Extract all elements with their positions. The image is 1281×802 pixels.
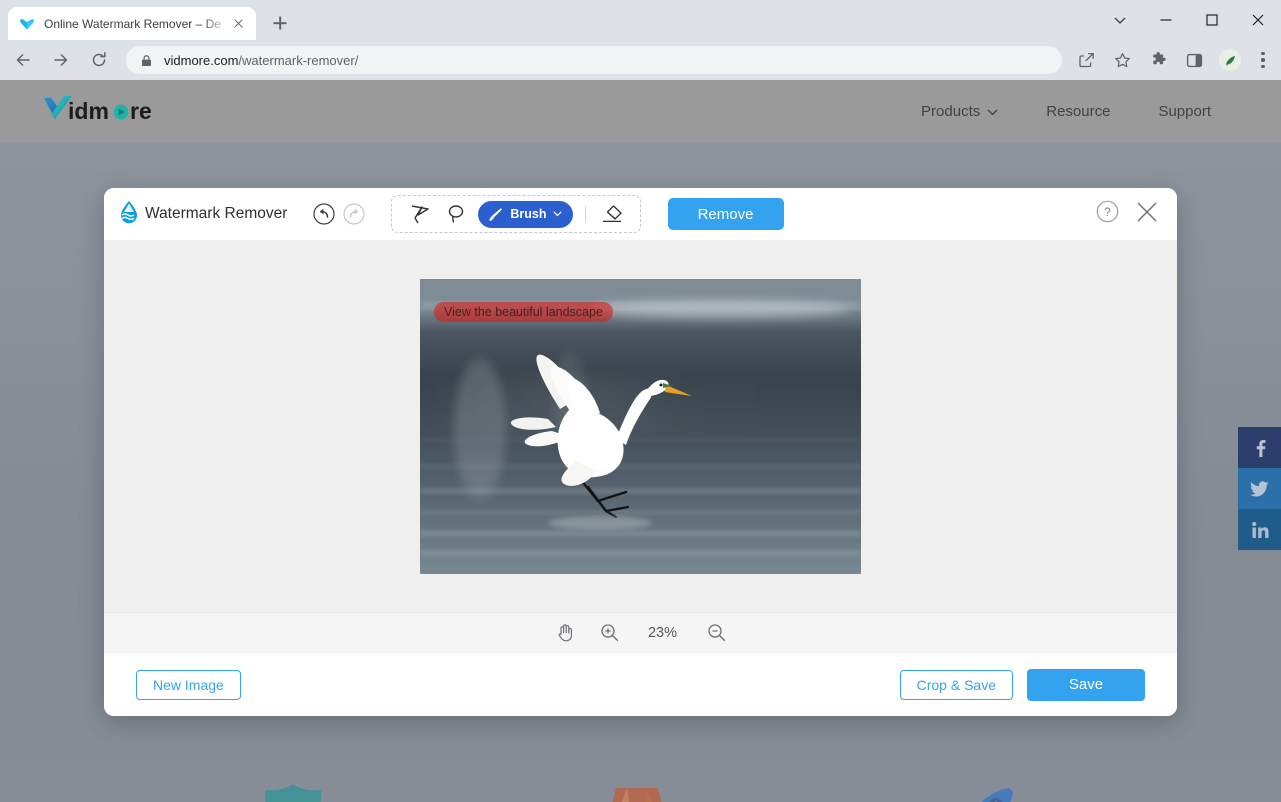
new-image-button[interactable]: New Image: [136, 669, 241, 700]
window-controls: [1097, 0, 1281, 40]
social-rail: [1238, 427, 1281, 550]
browser-window: Online Watermark Remover – De vidmore.co…: [0, 0, 1281, 802]
site-header: idm re Products Resource Support: [0, 80, 1281, 142]
nav-label: Products: [921, 102, 981, 120]
avatar: [1219, 49, 1241, 71]
modal-header: Watermark Remover Brush Remove ?: [104, 188, 1177, 240]
chevron-down-icon: [987, 103, 998, 120]
modal-footer: New Image Crop & Save Save: [104, 652, 1177, 716]
free-lasso-tool[interactable]: [438, 199, 474, 229]
modal-title: Watermark Remover: [145, 205, 288, 222]
tab-close-icon[interactable]: [230, 15, 247, 32]
watermark-text: View the beautiful landscape: [444, 304, 603, 319]
brush-tool[interactable]: Brush: [478, 200, 573, 228]
brush-icon: [487, 206, 504, 223]
minimize-button[interactable]: [1143, 0, 1189, 40]
watermark-selection[interactable]: View the beautiful landscape: [434, 301, 613, 322]
watermark-remover-modal: Watermark Remover Brush Remove ? View th…: [104, 188, 1177, 716]
forward-button[interactable]: [44, 43, 78, 77]
image-canvas[interactable]: View the beautiful landscape: [104, 240, 1177, 612]
diamond-icon: [606, 782, 668, 802]
polygonal-lasso-tool[interactable]: [402, 199, 438, 229]
tool-group: Brush: [391, 195, 641, 233]
feature-icons: [0, 782, 1281, 802]
side-panel-icon[interactable]: [1179, 45, 1209, 75]
help-icon[interactable]: ?: [1096, 200, 1119, 228]
svg-text:idm: idm: [68, 98, 109, 124]
new-tab-button[interactable]: [266, 9, 294, 37]
page-viewport: idm re Products Resource Support Waterma…: [0, 80, 1281, 802]
zoom-toolbar: 23%: [104, 612, 1177, 652]
photo-wrapper: View the beautiful landscape: [420, 278, 861, 574]
lock-icon: [140, 54, 153, 67]
vidmore-heart-icon: [19, 16, 35, 32]
zoom-out-icon[interactable]: [707, 623, 726, 642]
address-bar[interactable]: vidmore.com/watermark-remover/: [126, 46, 1062, 74]
chevron-down-icon: [552, 211, 562, 217]
close-modal-icon[interactable]: [1135, 200, 1159, 229]
crop-save-button[interactable]: Crop & Save: [899, 669, 1013, 700]
browser-toolbar: vidmore.com/watermark-remover/: [0, 40, 1281, 80]
nav-label: Support: [1158, 102, 1211, 120]
maximize-button[interactable]: [1189, 0, 1235, 40]
facebook-icon[interactable]: [1238, 427, 1281, 468]
url-host: vidmore.com: [164, 52, 239, 68]
shield-check-icon: [260, 782, 326, 802]
pan-hand-icon[interactable]: [556, 623, 575, 642]
close-window-button[interactable]: [1235, 0, 1281, 40]
modal-header-actions: ?: [1096, 200, 1159, 229]
zoom-in-icon[interactable]: [600, 623, 619, 642]
nav-item-products[interactable]: Products: [921, 103, 998, 120]
brush-label: Brush: [510, 207, 547, 221]
svg-text:?: ?: [1104, 205, 1111, 219]
profile-avatar[interactable]: [1215, 45, 1245, 75]
modal-brand: Watermark Remover: [118, 199, 287, 230]
linkedin-icon[interactable]: [1238, 509, 1281, 550]
toolbar-icons: [1068, 45, 1277, 75]
eraser-tool[interactable]: [594, 199, 630, 229]
back-button[interactable]: [6, 43, 40, 77]
tab-search-button[interactable]: [1097, 0, 1143, 40]
tab-strip: Online Watermark Remover – De: [0, 0, 1281, 40]
footer-actions: Crop & Save Save: [899, 668, 1145, 701]
zoom-value: 23%: [647, 624, 678, 641]
nav-item-resource[interactable]: Resource: [1046, 103, 1110, 120]
tab-title: Online Watermark Remover – De: [44, 16, 221, 31]
undo-button[interactable]: [313, 203, 336, 225]
svg-text:re: re: [130, 98, 152, 124]
share-icon[interactable]: [1071, 45, 1101, 75]
redo-button[interactable]: [343, 203, 366, 225]
rocket-icon: [949, 782, 1021, 802]
browser-tab[interactable]: Online Watermark Remover – De: [8, 7, 256, 40]
bookmark-star-icon[interactable]: [1107, 45, 1137, 75]
egret-photo: [420, 278, 861, 574]
site-nav: Products Resource Support: [921, 103, 1281, 120]
remove-button[interactable]: Remove: [667, 198, 784, 230]
url-text: vidmore.com/watermark-remover/: [164, 53, 358, 68]
nav-item-support[interactable]: Support: [1158, 103, 1211, 120]
water-drop-icon: [118, 199, 140, 230]
nav-label: Resource: [1046, 102, 1111, 120]
tool-divider: [584, 206, 586, 222]
extensions-puzzle-icon[interactable]: [1143, 45, 1173, 75]
save-button[interactable]: Save: [1027, 668, 1145, 701]
remove-label: Remove: [697, 205, 754, 223]
url-path: /watermark-remover/: [238, 52, 359, 68]
vidmore-logo[interactable]: idm re: [42, 94, 170, 128]
history-buttons: [313, 203, 366, 225]
reload-button[interactable]: [82, 43, 116, 77]
more-menu-icon[interactable]: [1249, 45, 1277, 75]
twitter-icon[interactable]: [1238, 468, 1281, 509]
